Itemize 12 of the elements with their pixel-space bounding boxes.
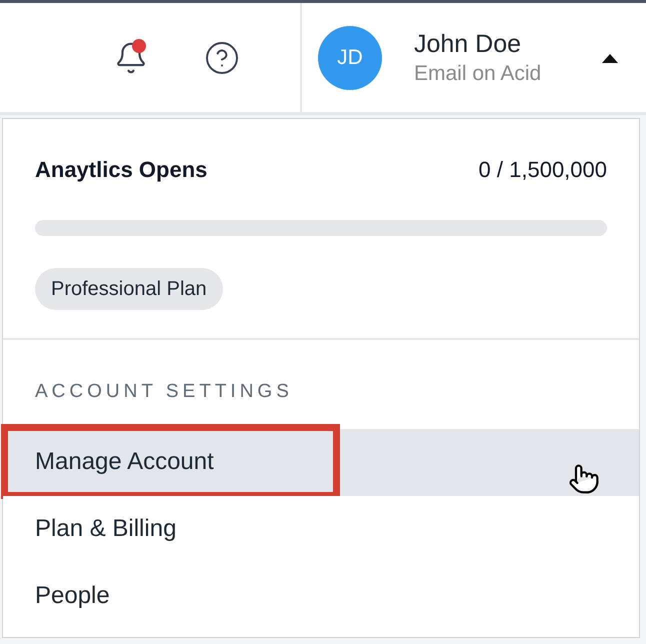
help-icon[interactable] (204, 40, 240, 76)
user-name: John Doe (414, 28, 522, 60)
hand-cursor-icon (568, 462, 600, 494)
plan-badge: Professional Plan (35, 268, 223, 310)
usage-label: Anaytlics Opens (35, 156, 208, 184)
notifications-button[interactable] (114, 40, 148, 74)
avatar: JD (318, 26, 382, 90)
usage-reading: 0 / 1,500,000 (478, 156, 607, 184)
caret-up-icon[interactable] (602, 52, 618, 62)
bell-icon (114, 40, 148, 74)
company-name: Email on Acid (414, 60, 542, 86)
section-title: ACCOUNT SETTINGS (34, 380, 294, 404)
